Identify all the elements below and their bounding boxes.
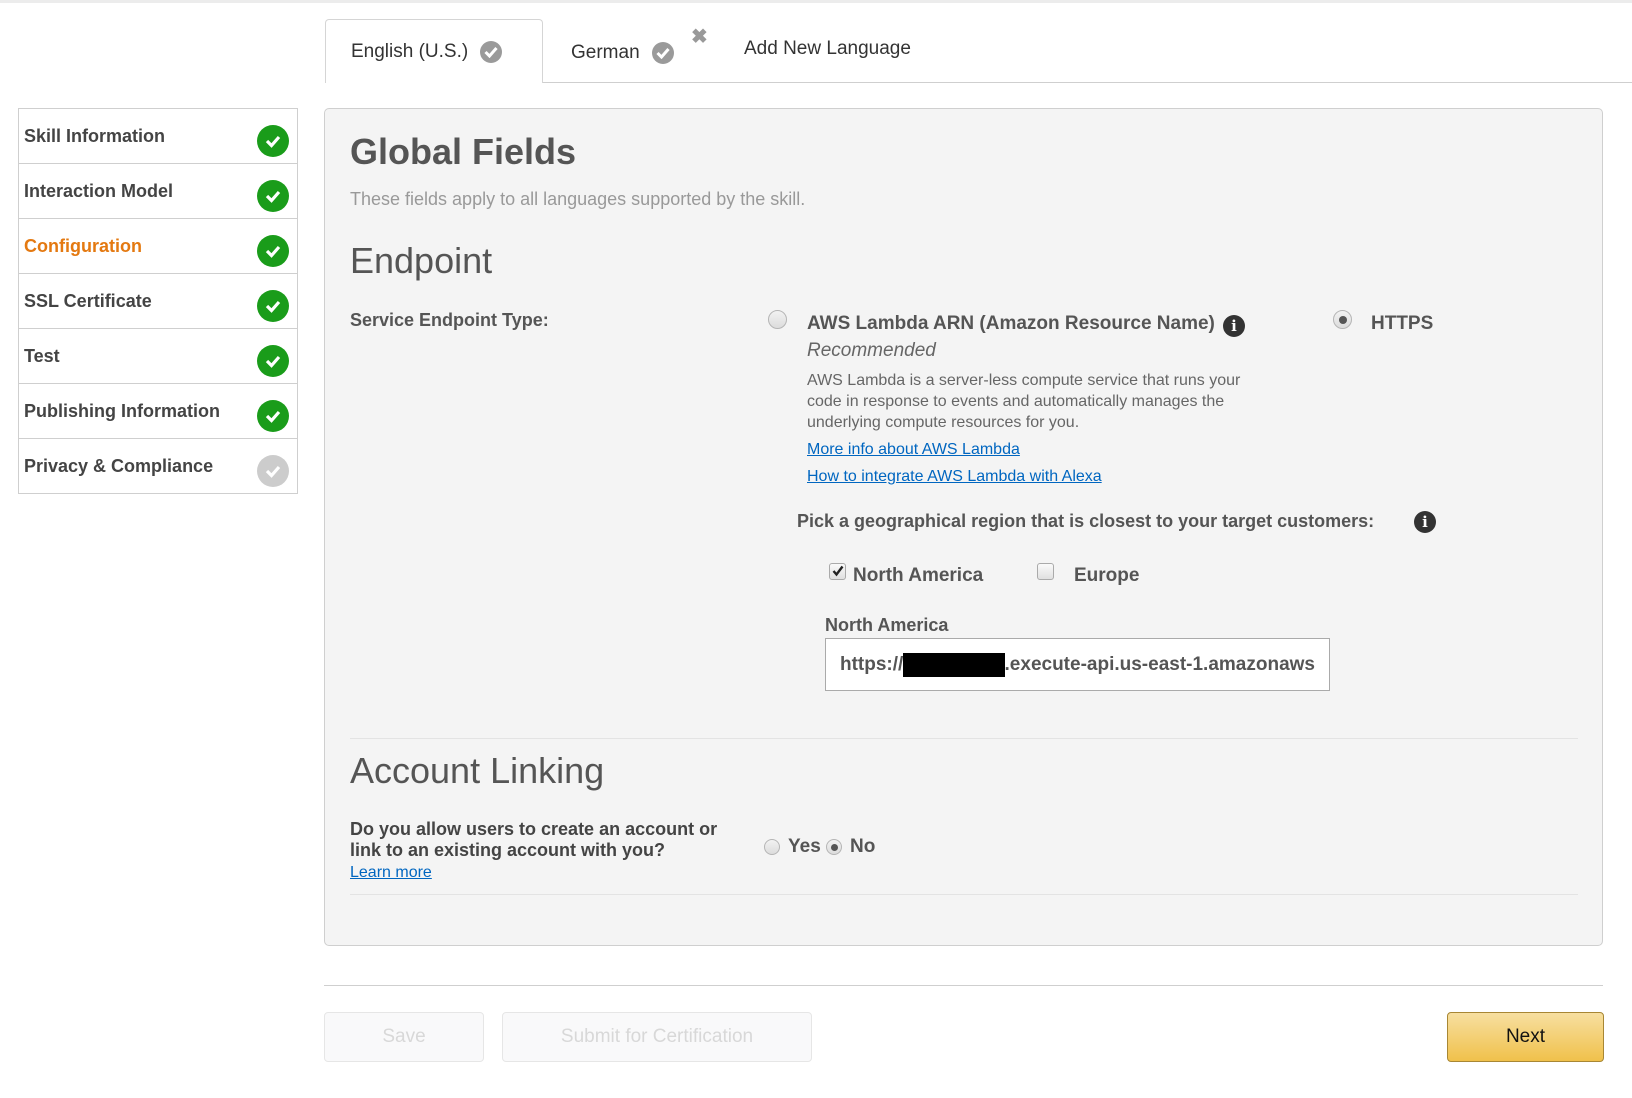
- endpoint-heading: Endpoint: [350, 240, 493, 281]
- submit-for-certification-button[interactable]: Submit for Certification: [502, 1012, 812, 1062]
- info-icon[interactable]: i: [1414, 511, 1436, 533]
- sidebar-item-label: Interaction Model: [24, 181, 174, 201]
- sidebar-item-privacy-compliance[interactable]: Privacy & Compliance: [19, 439, 297, 494]
- sidebar-item-skill-information[interactable]: Skill Information: [19, 109, 297, 164]
- no-label: No: [850, 836, 876, 857]
- europe-checkbox[interactable]: [1037, 563, 1054, 580]
- sidebar-item-label: Publishing Information: [24, 401, 220, 421]
- check-circle-icon: [257, 125, 289, 157]
- url-prefix: https://: [840, 653, 904, 675]
- check-circle-icon: [257, 180, 289, 212]
- sidebar-item-test[interactable]: Test: [19, 329, 297, 384]
- north-america-endpoint-input[interactable]: https:// .execute-api.us-east-1.amazonaws: [825, 638, 1330, 691]
- tab-label: English (U.S.): [351, 40, 469, 62]
- tab-english-us[interactable]: English (U.S.): [325, 19, 543, 83]
- region-prompt: Pick a geographical region that is close…: [797, 511, 1375, 531]
- tab-label: German: [571, 42, 640, 63]
- sidebar-item-label: Skill Information: [24, 126, 166, 146]
- tabs-divider: [542, 82, 1632, 83]
- sidebar-item-publishing-information[interactable]: Publishing Information: [19, 384, 297, 439]
- lambda-description: AWS Lambda is a server-less compute serv…: [807, 372, 1241, 431]
- check-circle-icon: [257, 345, 289, 377]
- sidebar-item-label: Test: [24, 346, 60, 366]
- global-fields-subtitle: These fields apply to all languages supp…: [350, 189, 806, 209]
- tab-german[interactable]: German: [571, 19, 674, 83]
- skill-steps-sidebar: Skill Information Interaction Model Conf…: [18, 108, 298, 494]
- footer-divider: [324, 985, 1603, 986]
- service-endpoint-type-label: Service Endpoint Type:: [350, 310, 549, 330]
- save-button[interactable]: Save: [324, 1012, 484, 1062]
- account-linking-no-radio[interactable]: [826, 839, 842, 855]
- lambda-arn-label: AWS Lambda ARN (Amazon Resource Name): [807, 313, 1215, 334]
- check-circle-pending-icon: [257, 455, 289, 487]
- account-linking-yes-radio[interactable]: [764, 839, 780, 855]
- more-info-lambda-link[interactable]: More info about AWS Lambda: [807, 441, 1020, 459]
- checkmark-icon: [832, 565, 844, 577]
- section-divider: [350, 738, 1578, 739]
- north-america-label: North America: [853, 565, 984, 586]
- sidebar-item-label: Privacy & Compliance: [24, 456, 214, 476]
- next-button[interactable]: Next: [1447, 1012, 1604, 1062]
- account-linking-question: Do you allow users to create an account …: [350, 819, 718, 860]
- north-america-endpoint-label: North America: [825, 615, 949, 635]
- remove-language-close-icon[interactable]: ✖: [691, 27, 708, 47]
- europe-label: Europe: [1074, 565, 1140, 586]
- global-fields-heading: Global Fields: [350, 131, 577, 172]
- recommended-tag: Recommended: [807, 340, 936, 361]
- sidebar-item-configuration[interactable]: Configuration: [19, 219, 297, 274]
- check-circle-icon: [257, 290, 289, 322]
- sidebar-item-label: Configuration: [24, 236, 142, 256]
- redacted-block: [903, 652, 1005, 677]
- check-circle-icon: [480, 40, 503, 63]
- https-radio[interactable]: [1333, 310, 1352, 329]
- check-circle-icon: [257, 235, 289, 267]
- sidebar-item-label: SSL Certificate: [24, 291, 152, 311]
- check-circle-icon: [257, 400, 289, 432]
- info-icon[interactable]: i: [1223, 315, 1245, 337]
- sidebar-item-interaction-model[interactable]: Interaction Model: [19, 164, 297, 219]
- integrate-lambda-alexa-link[interactable]: How to integrate AWS Lambda with Alexa: [807, 468, 1102, 486]
- section-divider: [350, 894, 1578, 895]
- lambda-arn-radio[interactable]: [768, 310, 787, 329]
- north-america-checkbox[interactable]: [829, 563, 846, 580]
- top-strip: [0, 0, 1632, 3]
- yes-label: Yes: [788, 836, 821, 857]
- url-suffix: .execute-api.us-east-1.amazonaws: [1004, 653, 1315, 675]
- add-new-language-link[interactable]: Add New Language: [744, 17, 911, 81]
- https-label: HTTPS: [1371, 313, 1434, 334]
- sidebar-item-ssl-certificate[interactable]: SSL Certificate: [19, 274, 297, 329]
- learn-more-link[interactable]: Learn more: [350, 864, 432, 882]
- account-linking-heading: Account Linking: [350, 750, 605, 791]
- check-circle-icon: [651, 42, 674, 64]
